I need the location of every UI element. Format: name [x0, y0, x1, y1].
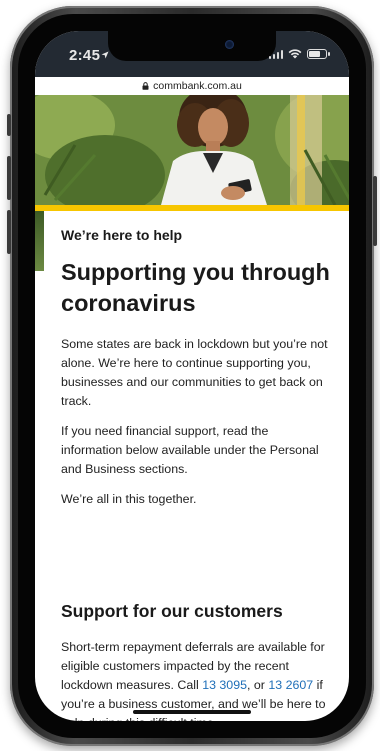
status-icons — [268, 49, 330, 59]
intro-paragraph: Some states are back in lockdown but you… — [61, 337, 328, 408]
page-title: Supporting you through coronavirus — [61, 259, 330, 316]
volume-up-button — [7, 156, 11, 200]
home-indicator[interactable] — [133, 710, 251, 714]
phone-bezel: 2:45 commbank.com.au We’re here to help … — [18, 14, 366, 738]
accent-bar — [35, 205, 349, 211]
eyebrow-text: We’re here to help — [61, 227, 183, 243]
notch — [108, 31, 276, 61]
hero-image — [35, 95, 349, 205]
support-text-middle: , or — [246, 678, 269, 692]
phone-frame: 2:45 commbank.com.au We’re here to help … — [7, 6, 377, 746]
lock-icon — [142, 82, 149, 90]
power-button — [373, 176, 377, 246]
address-bar[interactable]: commbank.com.au — [35, 77, 349, 95]
support-info-paragraph: If you need financial support, read the … — [61, 424, 319, 476]
battery-icon — [307, 49, 330, 59]
signal-icon — [268, 49, 283, 59]
status-bar: 2:45 — [35, 31, 349, 77]
volume-down-button — [7, 210, 11, 254]
wifi-icon — [288, 49, 302, 59]
status-time: 2:45 — [69, 47, 101, 64]
location-arrow-icon — [101, 51, 109, 59]
together-paragraph: We’re all in this together. — [61, 492, 197, 506]
url-text: commbank.com.au — [153, 80, 242, 92]
support-section-paragraph: Short-term repayment deferrals are avail… — [61, 638, 335, 721]
phone-link-personal[interactable]: 13 3095 — [202, 678, 247, 692]
main-content: We’re here to help Supporting you throug… — [61, 227, 333, 520]
hero-photo-woman-with-phone — [35, 95, 349, 205]
phone-link-business[interactable]: 13 2607 — [268, 678, 313, 692]
mute-switch — [7, 114, 11, 136]
front-camera — [225, 40, 234, 49]
hero-side-strip — [35, 211, 44, 271]
support-section-heading: Support for our customers — [61, 601, 283, 621]
phone-screen: 2:45 commbank.com.au We’re here to help … — [35, 31, 349, 721]
